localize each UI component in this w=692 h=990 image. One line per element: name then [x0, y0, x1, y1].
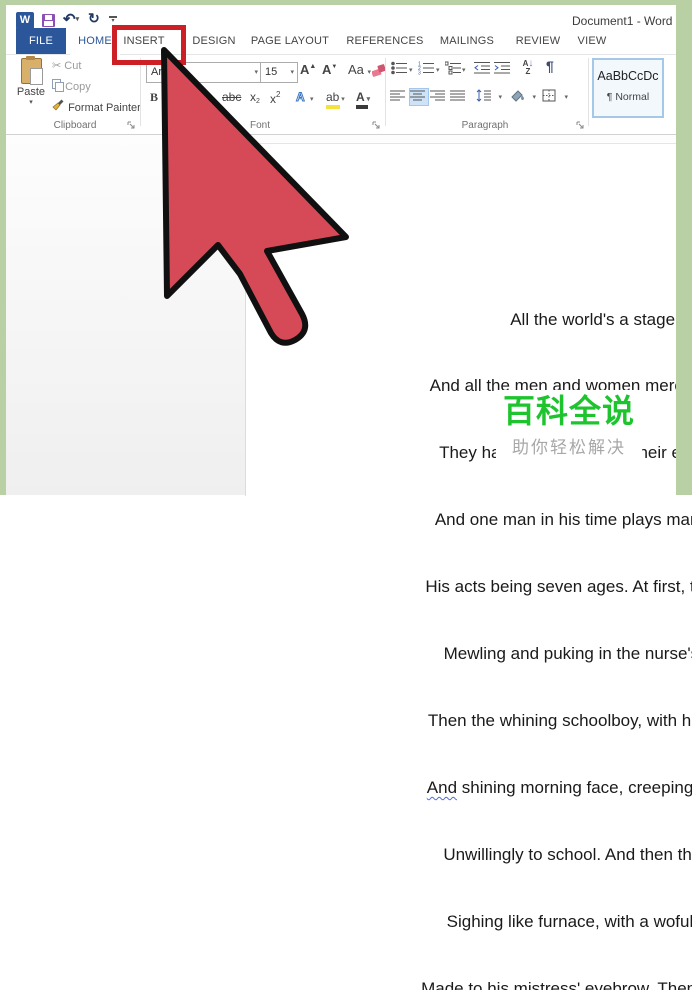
group-divider [588, 58, 589, 126]
line-spacing-button[interactable]: ▾ [476, 89, 500, 105]
tab-mailings[interactable]: MAILINGS [432, 28, 502, 54]
clipboard-dialog-launcher-icon[interactable] [127, 121, 136, 130]
insert-highlight-box [112, 25, 186, 65]
align-left-button[interactable] [390, 89, 408, 105]
style-normal[interactable]: AaBbCcDc ¶ Normal [592, 58, 664, 118]
font-dialog-launcher-icon[interactable] [372, 121, 381, 130]
copy-icon [52, 79, 62, 90]
chevron-down-icon: ▾ [254, 63, 258, 82]
format-painter-icon [52, 99, 65, 111]
watermark-subtitle: 助你轻松解决 [496, 433, 642, 458]
text-line: Unwillingly to school. And then the love… [245, 844, 692, 866]
frame-border [0, 0, 692, 5]
change-case-button[interactable]: Aa ▾ [348, 62, 371, 77]
justify-button[interactable] [450, 89, 468, 105]
borders-button[interactable]: ▾ [542, 89, 566, 105]
text-effects-button[interactable]: A [296, 90, 305, 104]
text-line: Sighing like furnace, with a woful balla… [245, 911, 692, 933]
svg-text:3: 3 [418, 71, 421, 76]
word-app-icon: W [16, 12, 34, 29]
paste-button[interactable]: Paste ▾ [12, 58, 50, 124]
numbering-button[interactable]: 123 [418, 61, 436, 77]
shrink-font-button[interactable]: A▼ [322, 62, 337, 77]
frame-border [0, 0, 6, 495]
grammar-check-word: And [427, 778, 457, 797]
text-line: And one man in his time plays many parts… [245, 509, 692, 531]
subscript-button[interactable]: x2 [250, 90, 260, 105]
chevron-down-icon: ▾ [310, 95, 314, 103]
paste-label: Paste [12, 86, 50, 98]
font-size-combo[interactable]: ▾ 15 [260, 62, 298, 83]
text-line: Mewling and puking in the nurse's arms. [245, 643, 692, 665]
highlight-color-bar [326, 105, 340, 109]
increase-indent-button[interactable] [494, 61, 512, 77]
font-size-value: 15 [265, 66, 277, 78]
tab-file[interactable]: FILE [16, 28, 66, 54]
shading-button[interactable]: ▾ [510, 89, 534, 105]
align-right-button[interactable] [430, 89, 448, 105]
clear-formatting-icon[interactable] [372, 64, 386, 77]
text-line: All the world's a stage, [245, 309, 692, 331]
cut-label: Cut [64, 60, 81, 72]
bullets-button[interactable] [391, 61, 409, 77]
copy-button[interactable]: Copy [52, 79, 91, 94]
format-painter-label: Format Painter [68, 102, 141, 114]
document-text[interactable]: All the world's a stage, And all the men… [245, 264, 692, 990]
font-name-combo[interactable]: ▾ Arial [146, 62, 262, 83]
font-name-value: Arial [151, 66, 173, 78]
text-line: His acts being seven ages. At first, the… [245, 576, 692, 598]
show-formatting-button[interactable]: ¶ [546, 58, 554, 74]
watermark-title: 百科全说 [496, 392, 642, 430]
qat-customize-icon[interactable]: ▾ [109, 16, 117, 25]
scissors-icon: ✂ [52, 60, 61, 72]
style-sample: AaBbCcDc [594, 69, 662, 83]
clipboard-group-label: Clipboard [30, 120, 120, 131]
group-divider [140, 58, 141, 126]
chevron-down-icon[interactable]: ▾ [409, 66, 413, 74]
style-name: ¶ Normal [594, 91, 662, 103]
paste-clipboard-icon [21, 58, 42, 84]
copy-label: Copy [65, 81, 91, 93]
font-color-bar [356, 105, 368, 109]
multilevel-list-button[interactable] [445, 61, 463, 77]
title-bar: W ↶▾ ↻ ▾ Document1 - Word [6, 5, 676, 28]
sort-button[interactable]: A↓ Z [522, 60, 534, 76]
window-title: Document1 - Word [572, 14, 672, 28]
text-line: Made to his mistress' eyebrow. Then a so… [245, 978, 692, 990]
superscript-button[interactable]: x2 [270, 90, 280, 106]
tab-page-layout[interactable]: PAGE LAYOUT [250, 28, 330, 54]
watermark: 百科全说 助你轻松解决 [496, 390, 642, 472]
highlight-button[interactable]: ab ▾ [326, 90, 345, 109]
format-painter-button[interactable]: Format Painter [52, 99, 141, 114]
italic-button[interactable]: I [166, 90, 170, 105]
font-group-label: Font [230, 120, 290, 131]
strikethrough-button[interactable]: abc [222, 90, 241, 104]
screenshot: { "title_bar": { "title": "Document1 - W… [0, 0, 692, 495]
bold-button[interactable]: B [150, 90, 158, 105]
underline-button[interactable]: U [180, 90, 189, 104]
tab-references[interactable]: REFERENCES [346, 28, 424, 54]
font-color-button[interactable]: A ▾ [356, 90, 370, 109]
group-divider [385, 58, 386, 126]
tab-view[interactable]: VIEW [570, 28, 614, 54]
text-line: And shining morning face, creeping like … [245, 777, 692, 799]
save-icon[interactable] [42, 14, 55, 27]
paragraph-group-label: Paragraph [440, 120, 530, 131]
chevron-down-icon: ▾ [290, 63, 294, 82]
text-line: Then the whining schoolboy, with his sat… [245, 710, 692, 732]
undo-icon[interactable]: ↶▾ [63, 10, 79, 28]
chevron-down-icon[interactable]: ▾ [462, 66, 466, 74]
decrease-indent-button[interactable] [474, 61, 492, 77]
tab-review[interactable]: REVIEW [510, 28, 566, 54]
grow-font-button[interactable]: A▲ [300, 62, 316, 77]
chevron-down-icon[interactable]: ▾ [436, 66, 440, 74]
paste-caret-icon: ▾ [12, 98, 50, 106]
redo-icon[interactable]: ↻ [88, 10, 100, 27]
frame-border [676, 0, 692, 495]
align-center-button[interactable] [410, 89, 428, 105]
paragraph-dialog-launcher-icon[interactable] [576, 121, 585, 130]
tab-design[interactable]: DESIGN [186, 28, 242, 54]
cut-button[interactable]: ✂ Cut [52, 59, 81, 74]
